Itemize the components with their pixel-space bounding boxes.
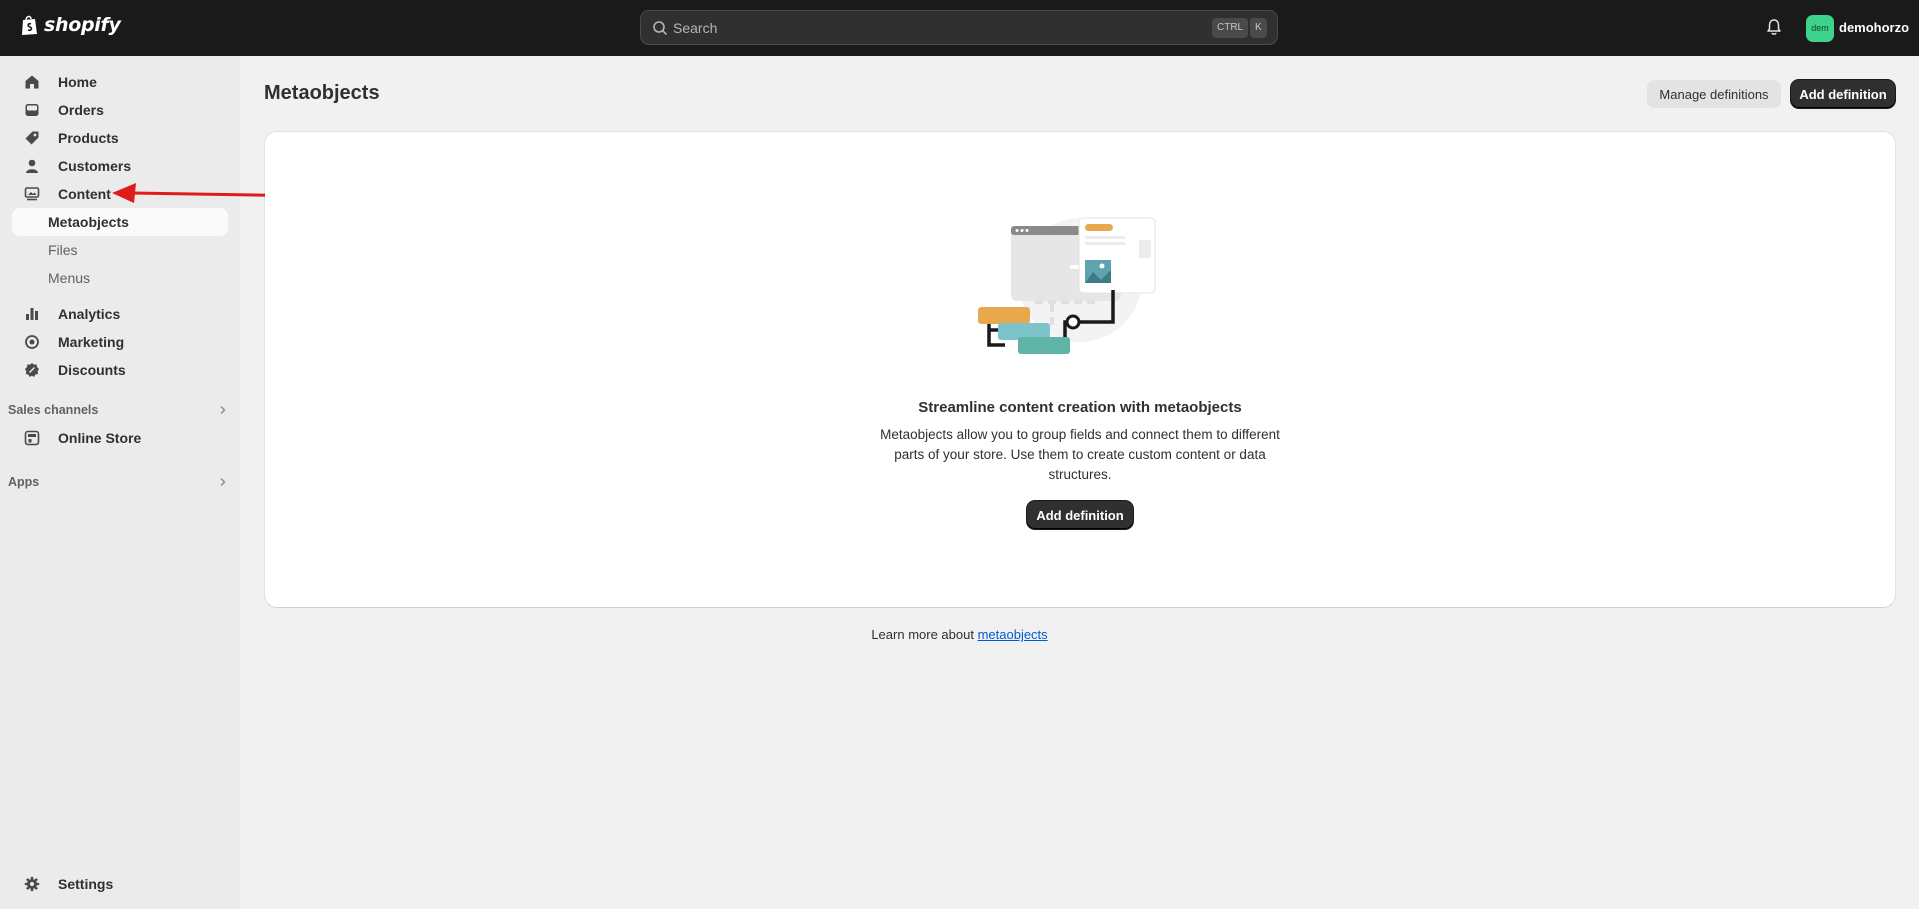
shortcut-k: K — [1250, 18, 1267, 38]
tag-icon — [22, 128, 42, 148]
empty-add-definition-button[interactable]: Add definition — [1027, 501, 1133, 529]
sidebar-item-metaobjects[interactable]: Metaobjects — [12, 208, 228, 236]
search-icon — [653, 21, 667, 35]
storefront-icon — [22, 428, 42, 448]
add-definition-button[interactable]: Add definition — [1791, 80, 1895, 108]
image-board-icon — [22, 184, 42, 204]
notifications-bell-icon[interactable] — [1766, 18, 1782, 41]
gear-icon — [22, 874, 42, 894]
target-icon — [22, 332, 42, 352]
sidebar-item-orders[interactable]: Orders — [12, 96, 228, 124]
empty-state-heading: Streamline content creation with metaobj… — [918, 399, 1242, 416]
sidebar-item-label: Settings — [58, 876, 114, 892]
sidebar-item-label: Marketing — [58, 334, 125, 350]
learn-more-text: Learn more about — [871, 627, 974, 642]
sidebar-item-label: Menus — [48, 270, 91, 286]
sidebar-item-label: Metaobjects — [48, 214, 129, 230]
top-bar: shopify Search CTRL K dem demohorzo — [0, 0, 1919, 56]
metaobjects-illustration — [978, 217, 1156, 354]
sidebar-item-label: Content — [58, 186, 111, 202]
chevron-right-icon — [220, 478, 226, 486]
sidebar-item-label: Online Store — [58, 430, 142, 446]
sidebar-item-label: Discounts — [58, 362, 126, 378]
search-bar[interactable]: Search CTRL K — [640, 10, 1278, 45]
store-name[interactable]: demohorzo — [1839, 20, 1909, 35]
sidebar-item-label: Customers — [58, 158, 132, 174]
section-label: Sales channels — [8, 403, 99, 417]
person-icon — [22, 156, 42, 176]
bar-chart-icon — [22, 304, 42, 324]
inbox-icon — [22, 100, 42, 120]
page-title: Metaobjects — [264, 82, 380, 104]
avatar[interactable]: dem — [1806, 15, 1834, 42]
empty-state-description: Metaobjects allow you to group fields an… — [880, 427, 1280, 482]
sidebar-item-online-store[interactable]: Online Store — [12, 424, 228, 452]
logo-text: shopify — [44, 14, 121, 36]
chevron-right-icon — [220, 406, 226, 414]
apps-header[interactable]: Apps — [8, 470, 228, 494]
home-icon — [22, 72, 42, 92]
empty-state-card: Streamline content creation with metaobj… — [265, 132, 1895, 607]
sidebar-item-label: Products — [58, 130, 119, 146]
sidebar-item-label: Files — [48, 242, 78, 258]
sidebar-item-products[interactable]: Products — [12, 124, 228, 152]
shopify-bag-icon — [22, 15, 37, 35]
sidebar-item-label: Home — [58, 74, 97, 90]
sidebar-item-analytics[interactable]: Analytics — [12, 300, 228, 328]
sidebar-item-settings[interactable]: Settings — [12, 870, 228, 898]
learn-more: Learn more about metaobjects — [0, 627, 1919, 642]
sidebar-item-home[interactable]: Home — [12, 68, 228, 96]
sidebar-item-label: Analytics — [58, 306, 121, 322]
shopify-logo[interactable]: shopify — [20, 14, 121, 36]
sidebar-item-files[interactable]: Files — [12, 236, 228, 264]
discount-icon — [22, 360, 42, 380]
sidebar-item-label: Orders — [58, 102, 104, 118]
manage-definitions-button[interactable]: Manage definitions — [1647, 80, 1781, 108]
sidebar-item-menus[interactable]: Menus — [12, 264, 228, 292]
sales-channels-header[interactable]: Sales channels — [8, 398, 228, 422]
sidebar-item-customers[interactable]: Customers — [12, 152, 228, 180]
sidebar-item-marketing[interactable]: Marketing — [12, 328, 228, 356]
shortcut-ctrl: CTRL — [1212, 18, 1249, 38]
metaobjects-link[interactable]: metaobjects — [978, 627, 1048, 642]
sidebar-item-discounts[interactable]: Discounts — [12, 356, 228, 384]
section-label: Apps — [8, 475, 40, 489]
search-placeholder: Search — [673, 20, 718, 36]
